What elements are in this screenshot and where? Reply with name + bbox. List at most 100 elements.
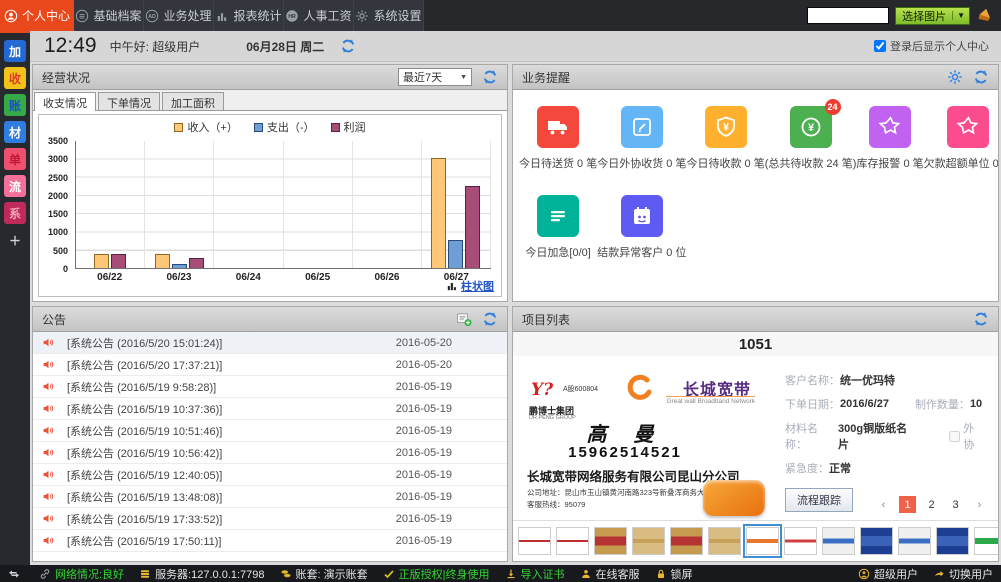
- business-tab[interactable]: 下单情况: [98, 92, 160, 110]
- announcement-row[interactable]: [系统公告 (2016/5/19 10:37:36)] 2016-05-19: [33, 398, 507, 420]
- reminder-item[interactable]: 今日加急[0/0]: [519, 195, 597, 260]
- sidebar-shortcut[interactable]: 流: [4, 175, 26, 197]
- card-thumbnail[interactable]: [860, 527, 893, 555]
- status-item[interactable]: 账套: 演示账套: [280, 566, 368, 582]
- card-thumbnail[interactable]: [974, 527, 998, 555]
- business-tabs: 收支情况 下单情况 加工面积: [33, 90, 507, 111]
- sidebar-shortcut[interactable]: 加: [4, 40, 26, 62]
- horn-icon[interactable]: [976, 7, 993, 24]
- reminder-item[interactable]: 欠款超额单位 0 个: [924, 106, 999, 171]
- card-thumbnail[interactable]: [784, 527, 817, 555]
- chevron-down-icon[interactable]: ▼: [952, 11, 969, 20]
- announcement-row[interactable]: [系统公告 (2016/5/19 17:33:52)] 2016-05-19: [33, 508, 507, 530]
- refresh-icon[interactable]: [482, 69, 498, 85]
- card-thumbnail[interactable]: [670, 527, 703, 555]
- card-phone: 15962514521: [519, 444, 731, 461]
- reminder-label: 欠款超额单位 0 个: [924, 155, 999, 171]
- refresh-icon[interactable]: [973, 69, 989, 85]
- show-personal-checkbox[interactable]: [874, 40, 886, 52]
- page-prev-button[interactable]: ‹: [875, 496, 892, 513]
- speaker-icon: [42, 468, 55, 481]
- card-thumbnail[interactable]: [556, 527, 589, 555]
- speaker-icon: [42, 336, 55, 349]
- status-text: 锁屏: [671, 566, 693, 582]
- announcement-row[interactable]: [系统公告 (2016/5/20 17:37:21)] 2016-05-20: [33, 354, 507, 376]
- business-tab[interactable]: 加工面积: [162, 92, 224, 110]
- status-item[interactable]: 导入证书: [505, 566, 565, 582]
- page-number-button[interactable]: 3: [947, 496, 964, 513]
- page-number-button[interactable]: 1: [899, 496, 916, 513]
- nav-menu-item[interactable]: AD 业务处理: [144, 0, 214, 31]
- status-item[interactable]: 服务器:127.0.0.1:7798: [139, 566, 264, 582]
- announcement-row[interactable]: [系统公告 (2016/5/20 15:01:24)] 2016-05-20: [33, 332, 507, 354]
- card-thumbnail[interactable]: [708, 527, 741, 555]
- nav-menu-icon: [4, 9, 18, 23]
- main-content: 12:49 中午好: 超级用户 06月28日 周二 登录后显示个人中心 经营状况…: [30, 31, 1001, 565]
- nav-menu-item[interactable]: 基础档案: [74, 0, 144, 31]
- refresh-icon[interactable]: [340, 38, 356, 54]
- sidebar-shortcut[interactable]: 收: [4, 67, 26, 89]
- reminder-item[interactable]: 今日外协收货 0 笔: [597, 106, 686, 171]
- reminder-item[interactable]: 结款异常客户 0 位: [597, 195, 686, 260]
- pick-image-button[interactable]: 选择图片 ▼: [895, 7, 970, 25]
- pick-image-label: 选择图片: [896, 8, 952, 24]
- add-note-icon[interactable]: [456, 311, 472, 327]
- card-thumbnail[interactable]: [822, 527, 855, 555]
- nav-menu-label: 报表统计: [233, 7, 281, 24]
- status-item[interactable]: 超级用户: [858, 566, 918, 582]
- card-thumbnail[interactable]: [632, 527, 665, 555]
- card-thumbnail[interactable]: [898, 527, 931, 555]
- range-select[interactable]: 最近7天 ▼: [398, 68, 472, 86]
- refresh-icon[interactable]: [482, 311, 498, 327]
- nav-menu-item[interactable]: HR 人事工资: [284, 0, 354, 31]
- refresh-icon[interactable]: [973, 311, 989, 327]
- announcement-row[interactable]: [系统公告 (2016/5/19 10:56:42)] 2016-05-19: [33, 442, 507, 464]
- card-thumbnail[interactable]: [594, 527, 627, 555]
- bar-chart-link[interactable]: 柱状图: [446, 278, 494, 294]
- reminder-item[interactable]: ¥ 今日待收款 0 笔: [686, 106, 764, 171]
- panel-grid: 经营状况 最近7天 ▼ 收支情况 下单情况 加工面积: [32, 64, 999, 562]
- show-personal-text: 登录后显示个人中心: [890, 38, 989, 54]
- x-tick-label: 06/23: [144, 272, 213, 283]
- page-number-button[interactable]: 2: [923, 496, 940, 513]
- sidebar-shortcut[interactable]: 系: [4, 202, 26, 224]
- sidebar-shortcut[interactable]: 账: [4, 94, 26, 116]
- card-thumbnail[interactable]: [936, 527, 969, 555]
- sidebar-shortcut[interactable]: ＋: [4, 229, 26, 251]
- thumbnail-stripe: [747, 539, 778, 543]
- announcement-row[interactable]: [系统公告 (2016/5/19 9:58:28)] 2016-05-19: [33, 376, 507, 398]
- customer-value: 统一优玛特: [840, 372, 895, 388]
- gear-icon[interactable]: [947, 69, 963, 85]
- announcement-row[interactable]: [系统公告 (2016/5/19 17:50:11)] 2016-05-19: [33, 530, 507, 552]
- card-thumbnail[interactable]: [518, 527, 551, 555]
- sidebar-shortcut[interactable]: 单: [4, 148, 26, 170]
- reminder-label: 今日待送货 0 笔: [519, 155, 597, 171]
- page-next-button[interactable]: ›: [971, 496, 988, 513]
- business-reminder-panel: 业务提醒 今日待送货 0 笔: [512, 64, 999, 302]
- status-item[interactable]: 网络情况:良好: [39, 566, 124, 582]
- nav-menu-item[interactable]: 系统设置: [354, 0, 424, 31]
- status-item[interactable]: 正版授权|终身使用: [383, 566, 490, 582]
- order-date-label: 下单日期：: [785, 396, 840, 412]
- outsource-checkbox[interactable]: [949, 431, 960, 442]
- reminder-item[interactable]: ¥ 24 (总共待收款 24 笔): [765, 106, 857, 171]
- status-item[interactable]: 在线客服: [580, 566, 640, 582]
- status-item[interactable]: 锁屏: [655, 566, 693, 582]
- status-item[interactable]: [8, 566, 24, 582]
- status-icon: [280, 568, 292, 580]
- sidebar-shortcut[interactable]: 材: [4, 121, 26, 143]
- image-search-input[interactable]: [807, 7, 889, 24]
- project-pagination: ‹ 1 2 3 ›: [875, 496, 988, 513]
- nav-menu-item[interactable]: 个人中心: [0, 0, 74, 31]
- announcement-row[interactable]: [系统公告 (2016/5/19 12:40:05)] 2016-05-19: [33, 464, 507, 486]
- project-title: 项目列表: [522, 311, 570, 328]
- status-item[interactable]: 切换用户: [933, 566, 993, 582]
- card-thumbnail[interactable]: [746, 527, 779, 555]
- reminder-item[interactable]: 今日待送货 0 笔: [519, 106, 597, 171]
- nav-menu-item[interactable]: 报表统计: [214, 0, 284, 31]
- announcement-row[interactable]: [系统公告 (2016/5/19 10:51:46)] 2016-05-19: [33, 420, 507, 442]
- announcement-row[interactable]: [系统公告 (2016/5/19 13:48:08)] 2016-05-19: [33, 486, 507, 508]
- reminder-item[interactable]: 库存报警 0 笔: [856, 106, 923, 171]
- business-tab[interactable]: 收支情况: [34, 92, 96, 111]
- process-track-button[interactable]: 流程跟踪: [785, 488, 853, 512]
